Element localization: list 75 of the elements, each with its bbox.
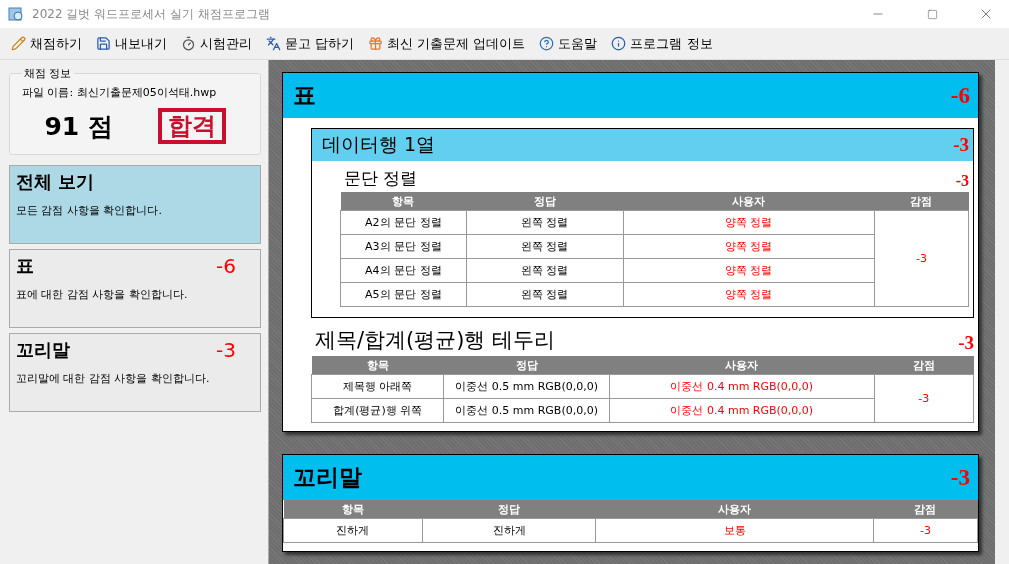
penalty-score: -3 [216,338,236,362]
category-item[interactable]: 표 -6 표에 대한 감점 사항을 확인합니다. [9,249,261,328]
table-header: 항목 [283,500,423,519]
table-cell: 왼쪽 정렬 [466,234,624,259]
table-cell: -3 [874,374,974,423]
table-cell: A4의 문단 정렬 [340,258,467,283]
table-header: 감점 [874,356,974,375]
category-title: 표 [16,254,34,278]
table-cell: 진하게 [422,518,596,543]
table-header: 사용자 [595,500,874,519]
category-description: 표에 대한 감점 사항을 확인합니다. [16,287,189,302]
table-cell: 이중선 0.5 mm RGB(0,0,0) [443,374,610,399]
pencil-icon [11,36,26,51]
table-cell: 합계(평균)행 위쪽 [311,398,444,423]
scrollbar[interactable] [995,60,1009,564]
table-cell: 왼쪽 정렬 [466,210,624,235]
pass-stamp: 합격 [157,108,226,144]
table-header: 정답 [443,356,610,375]
menu-item[interactable]: 시험관리 [176,32,257,55]
table-cell: 제목행 아래쪽 [311,374,444,399]
table-cell: 이중선 0.4 mm RGB(0,0,0) [609,374,875,399]
section-title: 표 [293,80,316,110]
stopwatch-icon [181,36,196,51]
category-description: 모든 감점 사항을 확인합니다. [16,203,163,218]
table-cell: 왼쪽 정렬 [466,282,624,307]
maximize-icon [926,8,938,20]
save-icon [96,36,111,51]
help-icon [539,36,555,51]
panel-title: 채점 정보 [23,66,73,81]
category-title: 꼬리말 [16,338,70,362]
menu-item[interactable]: 묻고 답하기 [261,32,360,55]
menu-item[interactable]: 최신 기출문제 업데이트 [363,32,531,55]
menu-item[interactable]: 내보내기 [91,32,172,55]
table-header: 사용자 [609,356,875,375]
menu-item[interactable]: 채점하기 [6,32,87,55]
penalty-score: -3 [953,134,969,156]
table-header: 항목 [311,356,444,375]
table-cell: 왼쪽 정렬 [466,258,624,283]
file-name: 파일 이름: 최신기출문제05이석태.hwp [22,85,218,100]
group-title: 제목/합계(평균)행 테두리 [315,327,556,354]
table-cell: A3의 문단 정렬 [340,234,467,259]
translate-icon [266,36,281,51]
table-cell: 보통 [595,518,874,543]
category-item[interactable]: 전체 보기 모든 감점 사항을 확인합니다. [9,165,261,244]
table-header: 사용자 [623,192,875,211]
info-icon [611,36,627,51]
table-cell: A2의 문단 정렬 [340,210,467,235]
table-cell: 이중선 0.5 mm RGB(0,0,0) [443,398,610,423]
penalty-score: -6 [950,82,970,109]
table-header: 정답 [466,192,624,211]
table-cell: -3 [873,518,978,543]
category-item[interactable]: 꼬리말 -3 꼬리말에 대한 감점 사항을 확인합니다. [9,333,261,412]
table-header: 정답 [422,500,596,519]
table-header: 감점 [873,500,978,519]
table-header: 항목 [340,192,467,211]
section-title: 꼬리말 [293,462,362,492]
table-cell: 진하게 [283,518,423,543]
penalty-score: -3 [958,332,974,354]
penalty-score: -3 [950,464,970,491]
gift-icon [368,36,384,51]
subsection-title: 데이터행 1열 [322,132,436,157]
app-icon [8,6,24,22]
score-value: 91 점 [44,110,113,143]
group-title: 문단 정렬 [344,167,418,190]
menu-item[interactable]: 도움말 [534,32,603,55]
window-title: 2022 길벗 워드프로세서 실기 채점프로그램 [32,5,271,23]
table-cell: 양쪽 정렬 [623,210,875,235]
table-cell: -3 [874,210,969,307]
menu-item[interactable]: 프로그램 정보 [606,32,718,55]
category-title: 전체 보기 [16,170,95,194]
penalty-score: -3 [955,172,969,190]
table-cell: A5의 문단 정렬 [340,282,467,307]
table-header: 감점 [874,192,969,211]
penalty-score: -6 [216,254,236,278]
category-description: 꼬리말에 대한 감점 사항을 확인합니다. [16,371,211,386]
